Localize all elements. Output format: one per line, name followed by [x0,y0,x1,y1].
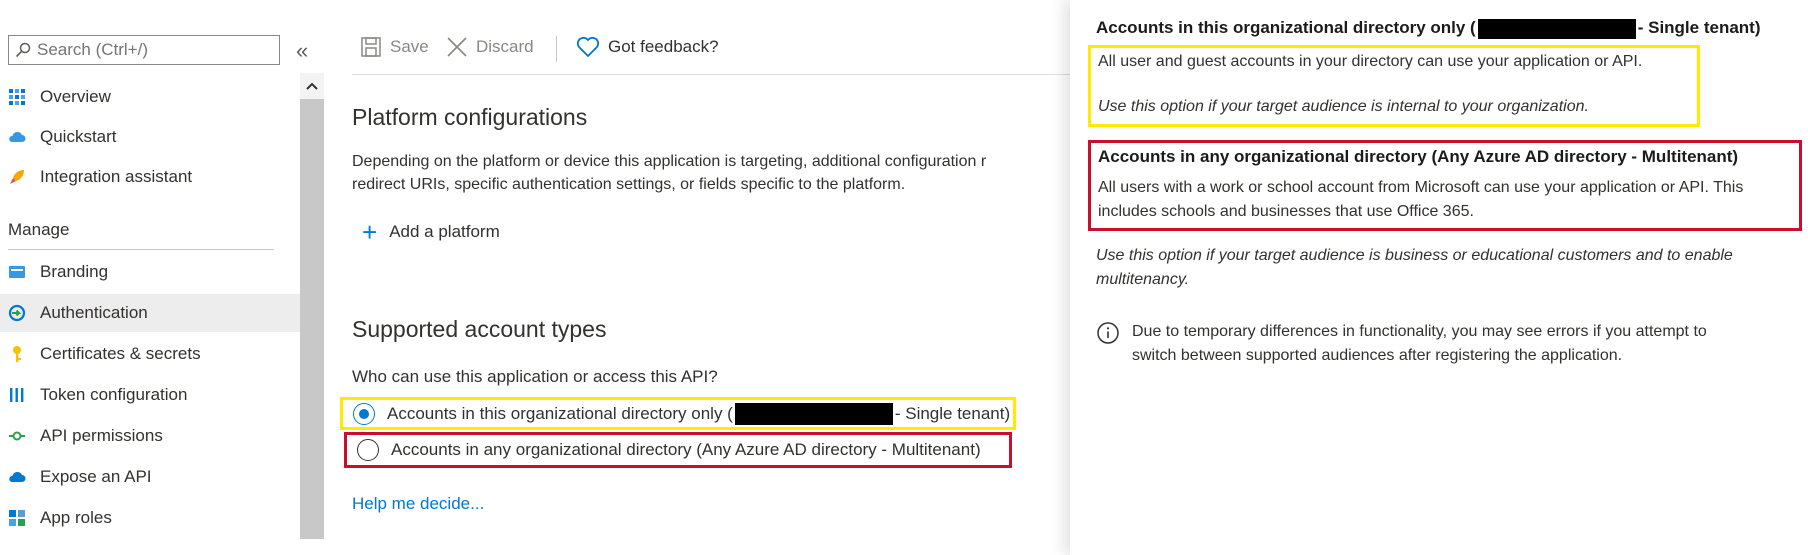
discard-button[interactable]: Discard [446,36,534,58]
section-label-manage: Manage [8,220,70,239]
section-divider [8,249,274,250]
sidebar-item-label: Authentication [40,303,148,322]
redacted-tenant-name [734,402,893,425]
close-icon [447,37,467,57]
add-platform-label: Add a platform [389,222,500,241]
scroll-up-button[interactable] [300,73,324,99]
help-me-decide-link[interactable]: Help me decide... [352,494,484,514]
account-question: Who can use this application or access t… [352,367,718,386]
plus-icon: + [362,217,378,247]
sidebar-item-label: Overview [40,87,111,106]
platform-configurations-title: Platform configurations [352,104,588,130]
platform-description: Depending on the platform or device this… [352,150,986,196]
option-multi-label: Accounts in any organizational directory… [391,440,981,459]
search-icon [15,42,31,58]
sidebar-item-label: Integration assistant [40,167,193,186]
multi-usage-line2: multitenancy. [1096,271,1190,288]
sidebar-item-label: Expose an API [40,467,152,486]
single-title-suffix: - Single tenant) [1637,18,1761,37]
multi-desc-line1: All users with a work or school account … [1098,179,1744,196]
multitenant-usage: Use this option if your target audience … [1096,244,1733,292]
radio-option-multitenant[interactable]: Accounts in any organizational directory… [344,432,1012,468]
discard-label: Discard [476,37,534,56]
feedback-label: Got feedback? [608,37,719,56]
single-tenant-heading: Accounts in this organizational director… [1096,18,1761,39]
feedback-button[interactable]: Got feedback? [576,36,719,58]
collapse-sidebar-button[interactable]: « [296,38,308,64]
sidebar-item-label: Quickstart [40,127,117,146]
branding-icon [9,266,25,278]
single-title-prefix: Accounts in this organizational director… [1096,18,1476,37]
multitenant-description: All users with a work or school account … [1098,176,1743,224]
save-label: Save [390,37,429,56]
platform-desc-line1: Depending on the platform or device this… [352,153,987,170]
sidebar-item-label: Branding [40,262,109,281]
multitenant-heading: Accounts in any organizational directory… [1098,147,1739,166]
rocket-icon [10,170,24,184]
multi-usage-line1: Use this option if your target audience … [1096,247,1733,264]
add-platform-button[interactable]: + Add a platform [362,217,500,247]
cloud-icon [9,471,26,482]
sidebar-item-label: Certificates & secrets [40,344,201,363]
option-single-suffix: - Single tenant) [894,403,1011,423]
single-tenant-description: All user and guest accounts in your dire… [1098,53,1643,70]
supported-account-types-title: Supported account types [352,316,607,342]
heart-icon [576,36,600,58]
info-note-text: Due to temporary differences in function… [1132,320,1707,368]
sidebar-item-expose-an-api[interactable]: Expose an API [0,458,300,496]
redacted-tenant-name [1477,18,1636,39]
sidebar-item-label: API permissions [40,426,163,445]
single-tenant-usage: Use this option if your target audience … [1098,98,1589,115]
radio-button-unchecked[interactable] [357,439,379,461]
sidebar-item-quickstart[interactable]: Quickstart [0,118,300,156]
note-line2: switch between supported audiences after… [1132,347,1623,364]
search-input[interactable] [37,40,267,60]
multi-desc-line2: includes schools and businesses that use… [1098,203,1474,220]
sidebar-item-integration-assistant[interactable]: Integration assistant [0,158,300,196]
sidebar-item-authentication[interactable]: Authentication [0,294,300,332]
note-line1: Due to temporary differences in function… [1132,323,1707,340]
sidebar-item-label: Token configuration [40,385,188,404]
sidebar-item-branding[interactable]: Branding [0,253,300,291]
radio-option-single-tenant[interactable]: Accounts in this organizational director… [340,397,1016,430]
cloud-icon [9,131,26,142]
sidebar-item-certificates[interactable]: Certificates & secrets [0,335,300,373]
sidebar-item-token-configuration[interactable]: Token configuration [0,376,300,414]
sidebar-scrollbar[interactable] [300,73,324,539]
multitenant-highlight: Accounts in any organizational directory… [1088,140,1802,231]
info-icon [1097,322,1119,344]
radio-button-checked[interactable] [353,402,375,425]
bars-icon [10,388,24,402]
toolbar-divider [556,36,557,62]
sidebar-item-app-roles[interactable]: App roles [0,499,300,537]
save-icon [361,37,381,57]
save-button[interactable]: Save [360,36,429,58]
sidebar-item-api-permissions[interactable]: API permissions [0,417,300,455]
grid-icon [9,510,25,526]
platform-desc-line2: redirect URIs, specific authentication s… [352,176,906,193]
single-tenant-highlight: All user and guest accounts in your dire… [1088,45,1700,127]
sidebar-item-overview[interactable]: Overview [0,78,300,116]
chevron-up-icon [306,82,318,90]
info-note: Due to temporary differences in function… [1096,320,1707,368]
sidebar-item-label: App roles [40,508,112,527]
bottom-edge [0,540,1070,555]
grid-icon [9,89,25,105]
option-single-prefix: Accounts in this organizational director… [387,403,733,423]
search-box[interactable] [8,35,280,65]
toolbar-divider-line [352,74,1072,75]
key-icon [13,346,21,362]
api-icon [9,431,25,441]
auth-icon [8,304,26,322]
